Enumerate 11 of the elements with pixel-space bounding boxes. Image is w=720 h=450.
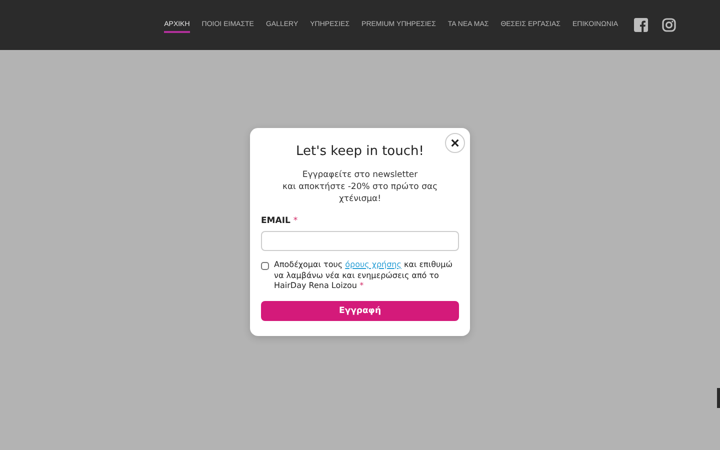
email-label: EMAIL * bbox=[261, 216, 298, 226]
subscribe-button[interactable]: Εγγραφή bbox=[261, 300, 459, 320]
facebook-icon[interactable] bbox=[634, 18, 648, 32]
email-field[interactable] bbox=[261, 231, 459, 251]
popup-subtitle: Εγγραφείτε στο newsletter bbox=[301, 169, 419, 181]
consent-text: Αποδέχομαι τους όρους χρήσης και επιθυμώ να λαμβάνω νέα και ενημερώσεις από το HairDay Rena Loizou * bbox=[274, 260, 454, 292]
popup-subtitle: και αποκτήστε -20% στο πρώτο σας χτένισμα! bbox=[281, 181, 439, 205]
consent-checkbox[interactable] bbox=[261, 262, 269, 270]
instagram-icon[interactable] bbox=[662, 18, 676, 32]
popup-title: Let's keep in touch! bbox=[295, 144, 425, 159]
close-button[interactable]: × bbox=[445, 133, 465, 153]
